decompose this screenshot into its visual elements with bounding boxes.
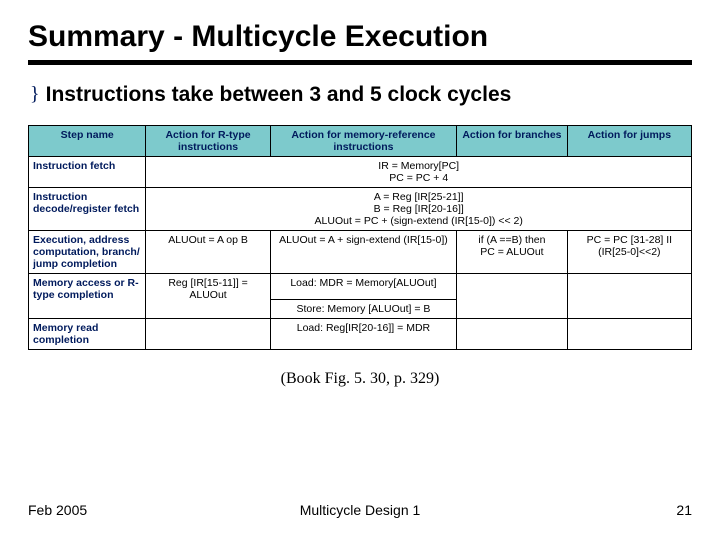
cell-line: A = Reg [IR[25-21]] xyxy=(150,191,687,203)
bullet-item: } Instructions take between 3 and 5 cloc… xyxy=(28,83,692,107)
cell-full: IR = Memory[PC] PC = PC + 4 xyxy=(146,157,692,188)
slide: Summary - Multicycle Execution } Instruc… xyxy=(0,0,720,540)
steps-table-wrap: Step name Action for R-type instructions… xyxy=(28,125,692,350)
table-header-row: Step name Action for R-type instructions… xyxy=(29,126,692,157)
step-name: Instruction decode/register fetch xyxy=(29,188,146,231)
cell-line: ALUOut = PC + (sign-extend (IR[15-0]) <<… xyxy=(150,215,687,227)
cell-jump xyxy=(567,319,691,350)
cell-jump xyxy=(567,274,691,319)
cell-jump: PC = PC [31-28] II (IR[25-0]<<2) xyxy=(567,231,691,274)
cell-line: IR = Memory[PC] xyxy=(150,160,687,172)
footer-date: Feb 2005 xyxy=(28,502,87,518)
steps-table: Step name Action for R-type instructions… xyxy=(28,125,692,350)
cell-branch xyxy=(457,319,568,350)
table-row: Memory access or R-type completion Reg [… xyxy=(29,274,692,319)
step-name: Execution, address computation, branch/ … xyxy=(29,231,146,274)
cell-mem: Load: Reg[IR[20-16]] = MDR xyxy=(270,319,456,350)
bullet-text: Instructions take between 3 and 5 clock … xyxy=(46,83,512,107)
cell-rtype: Reg [IR[15-11]] = ALUOut xyxy=(146,274,270,319)
cell-branch: if (A ==B) then PC = ALUOut xyxy=(457,231,568,274)
cell-line: B = Reg [IR[20-16]] xyxy=(150,203,687,215)
cell-mem: ALUOut = A + sign-extend (IR[15-0]) xyxy=(270,231,456,274)
th-step: Step name xyxy=(29,126,146,157)
cell-rtype xyxy=(146,319,270,350)
table-row: Execution, address computation, branch/ … xyxy=(29,231,692,274)
cell-mem: Load: MDR = Memory[ALUOut] Store: Memory… xyxy=(270,274,456,319)
table-row: Instruction decode/register fetch A = Re… xyxy=(29,188,692,231)
th-jump: Action for jumps xyxy=(567,126,691,157)
th-mem: Action for memory-reference instructions xyxy=(270,126,456,157)
cell-branch xyxy=(457,274,568,319)
step-name: Instruction fetch xyxy=(29,157,146,188)
slide-footer: Feb 2005 Multicycle Design 1 21 xyxy=(28,502,692,518)
title-rule xyxy=(28,60,692,65)
th-rtype: Action for R-type instructions xyxy=(146,126,270,157)
cell-line: PC = ALUOut xyxy=(461,246,563,258)
table-row: Memory read completion Load: Reg[IR[20-1… xyxy=(29,319,692,350)
cell-line: Reg [IR[15-11]] = xyxy=(150,277,265,289)
th-branch: Action for branches xyxy=(457,126,568,157)
footer-number: 21 xyxy=(676,502,692,518)
bullet-glyph-icon: } xyxy=(30,83,40,105)
footer-title: Multicycle Design 1 xyxy=(28,502,692,518)
cell-line: Store: Memory [ALUOut] = B xyxy=(271,300,456,318)
slide-title: Summary - Multicycle Execution xyxy=(28,20,692,54)
step-name: Memory access or R-type completion xyxy=(29,274,146,319)
cell-line: (IR[25-0]<<2) xyxy=(572,246,687,258)
table-row: Instruction fetch IR = Memory[PC] PC = P… xyxy=(29,157,692,188)
cell-full: A = Reg [IR[25-21]] B = Reg [IR[20-16]] … xyxy=(146,188,692,231)
cell-line: ALUOut xyxy=(150,289,265,301)
step-name: Memory read completion xyxy=(29,319,146,350)
cell-line: PC = PC + 4 xyxy=(150,172,687,184)
figure-caption: (Book Fig. 5. 30, p. 329) xyxy=(28,370,692,388)
cell-rtype: ALUOut = A op B xyxy=(146,231,270,274)
cell-line: if (A ==B) then xyxy=(461,234,563,246)
cell-line: PC = PC [31-28] II xyxy=(572,234,687,246)
cell-line: Load: MDR = Memory[ALUOut] xyxy=(271,274,456,300)
